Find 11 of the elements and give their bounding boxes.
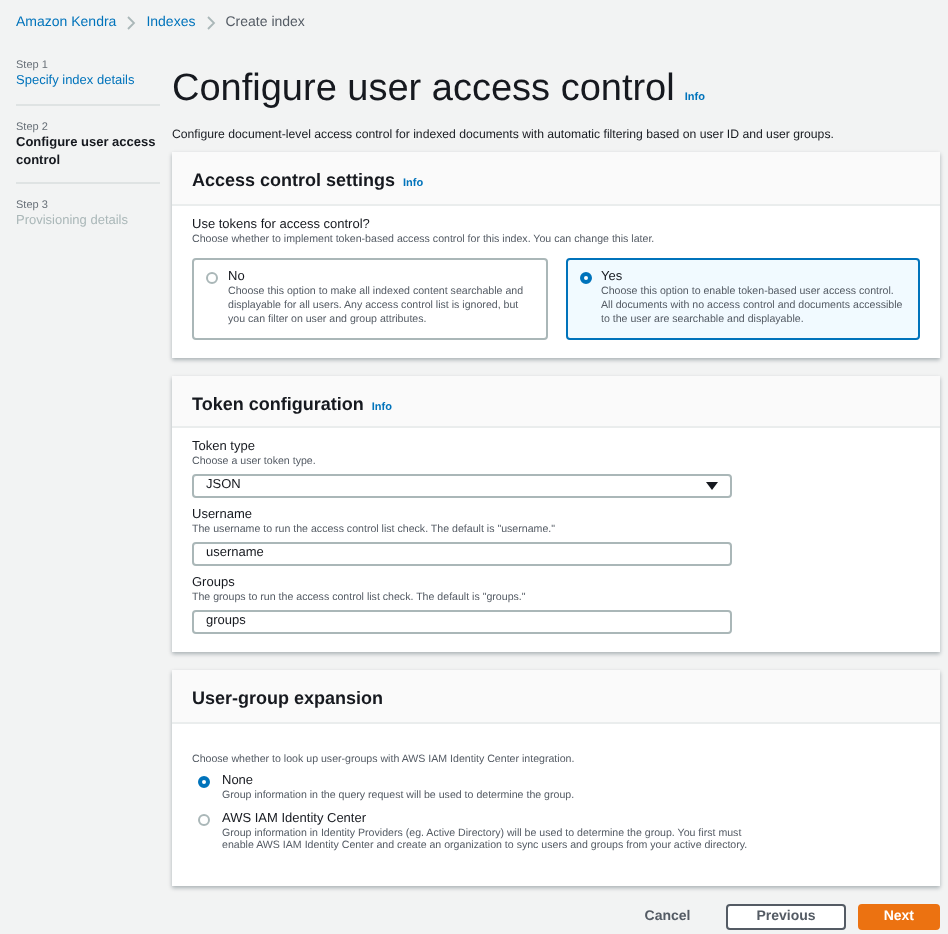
panel-title: User-group expansion xyxy=(192,687,384,708)
panel-title: Access control settings xyxy=(192,170,396,190)
chevron-icon xyxy=(205,15,216,29)
radio-button[interactable] xyxy=(206,272,218,284)
chevron-icon xyxy=(126,15,137,29)
radio-button[interactable] xyxy=(579,272,591,284)
page-title: Configure user access control xyxy=(172,68,675,112)
panel-title: Token configuration xyxy=(192,393,364,414)
radio-button[interactable] xyxy=(198,775,210,788)
dropdown-caret-icon xyxy=(706,481,718,490)
radio-button[interactable] xyxy=(198,813,210,825)
